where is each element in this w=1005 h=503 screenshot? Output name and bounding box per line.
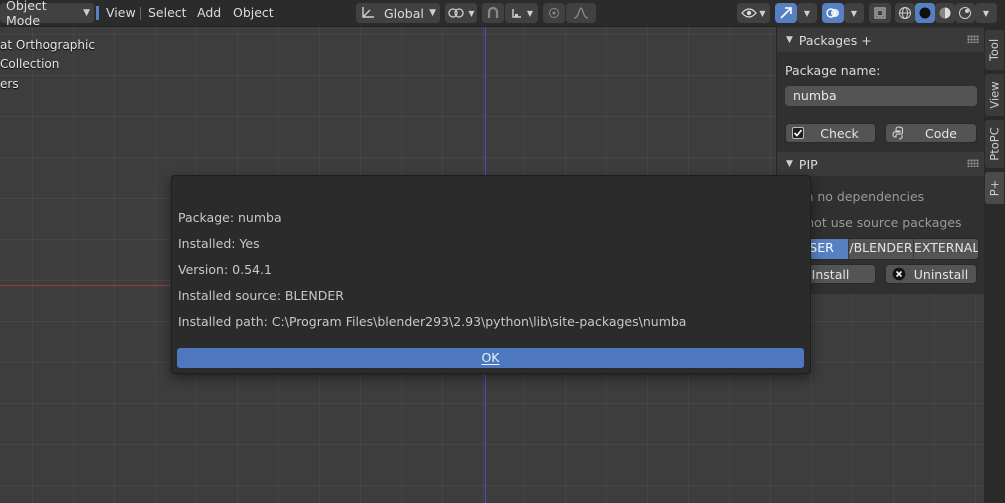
target-blender[interactable]: /BLENDER [849,239,914,259]
tab-ptopc-label: PtoPC [987,127,1002,161]
menu-divider [140,7,141,20]
pivot-chain-icon [448,8,465,18]
dialog-source-line: Installed source: BLENDER [178,288,344,303]
uninstall-button[interactable]: Uninstall [885,264,977,284]
check-button[interactable]: Check [785,123,876,143]
tab-tool[interactable]: Tool [985,30,1004,70]
menu-object[interactable]: Object [233,3,274,23]
menu-select[interactable]: Select [148,3,187,23]
chevron-down-icon: ▼ [850,8,858,18]
overlays-toggle[interactable] [822,3,844,23]
viewport-header: Object Mode ▼ View Select Add Object Glo… [0,0,1005,28]
tab-view-label: View [987,81,1002,109]
sidebar-tabs: Tool View PtoPC P+ [984,26,1005,503]
pip-panel-header[interactable]: ▼ PIP [777,152,985,176]
chevron-down-icon: ▼ [803,8,811,18]
drag-grip-icon[interactable] [967,35,979,43]
mode-label: Object Mode [6,0,47,28]
package-name-input[interactable]: numba [785,86,977,106]
packages-panel-header[interactable]: ▼ Packages + [777,28,985,52]
code-button[interactable]: Code [885,123,977,143]
viewport-view-name: at Orthographic [0,38,95,52]
target-external[interactable]: EXTERNAL [914,239,978,259]
tab-tool-label: Tool [987,38,1002,62]
code-button-label: Code [924,125,957,141]
dialog-package-line: Package: numba [178,210,282,225]
python-icon [892,126,903,140]
xray-icon [874,7,886,19]
transform-orientation-dropdown[interactable]: Global ▼ [356,3,440,23]
gizmo-dropdown[interactable]: ▼ [797,3,817,23]
snap-target-dropdown[interactable]: ▼ [505,3,538,23]
viewport-collection-name: Collection [0,57,60,71]
gizmo-toggle[interactable] [775,3,797,23]
overlays-icon [826,8,839,18]
orientation-axes-icon [362,7,374,18]
collapse-triangle-icon: ▼ [786,159,793,169]
snap-toggle[interactable] [482,3,504,23]
chevron-down-icon: ▼ [526,8,534,18]
wireframe-sphere-icon [899,7,911,19]
falloff-curve-icon [573,7,589,19]
rendered-sphere-icon [959,7,971,19]
rendered-shading-button[interactable] [955,3,975,23]
header-separator [96,6,99,20]
tab-ptopc[interactable]: PtoPC [985,120,1004,168]
magnet-icon [487,6,499,18]
gizmo-icon [780,7,792,19]
dialog-version-line: Version: 0.54.1 [178,262,272,277]
dialog-path-line: Installed path: C:\Program Files\blender… [178,314,687,329]
chevron-down-icon: ▼ [468,8,475,18]
solid-shading-button[interactable] [915,3,935,23]
chevron-down-icon: ▼ [982,8,990,18]
collapse-triangle-icon: ▼ [786,35,793,45]
cancel-icon [892,267,906,281]
snap-increment-icon [512,9,521,18]
drag-grip-icon[interactable] [967,159,979,167]
checkbox-icon [792,127,804,139]
check-button-label: Check [820,125,859,141]
no-source-packages-option[interactable]: Do not use source packages [785,215,962,230]
dialog-installed-line: Installed: Yes [178,236,260,251]
mode-dropdown[interactable]: Object Mode ▼ [0,0,94,28]
package-name-label: Package name: [785,63,881,78]
proportional-edit-icon [549,8,559,18]
material-sphere-icon [939,7,951,19]
wireframe-shading-button[interactable] [895,3,915,23]
eye-icon [741,8,758,18]
tab-view[interactable]: View [985,74,1004,116]
tab-pplus-label: P+ [987,179,1002,197]
pivot-point-button[interactable]: ▼ [445,3,477,23]
material-preview-button[interactable] [935,3,955,23]
chevron-down-icon: ▼ [429,8,436,18]
overlays-dropdown[interactable]: ▼ [844,3,864,23]
chevron-down-icon: ▼ [759,8,766,18]
ok-button[interactable]: OK [177,348,804,368]
install-target-selector: USER /BLENDER EXTERNAL [785,238,979,260]
xray-toggle[interactable] [869,3,891,23]
visibility-dropdown[interactable]: ▼ [737,3,770,23]
package-info-dialog: Package: numba Installed: Yes Version: 0… [171,175,811,374]
x-axis-line [0,285,172,286]
chevron-down-icon: ▼ [83,8,90,18]
menu-add[interactable]: Add [197,3,221,23]
pip-panel-title: PIP [798,156,818,172]
viewport-object-name: ers [0,77,19,91]
proportional-editing-toggle[interactable] [543,3,565,23]
uninstall-button-label: Uninstall [913,266,969,282]
packages-panel-title: Packages + [798,32,872,48]
orientation-label: Global [384,5,424,21]
solid-sphere-icon [919,7,931,19]
menu-view[interactable]: View [106,3,136,23]
proportional-falloff-dropdown[interactable] [566,3,596,23]
shading-dropdown[interactable]: ▼ [975,3,997,23]
tab-pplus[interactable]: P+ [985,172,1004,204]
